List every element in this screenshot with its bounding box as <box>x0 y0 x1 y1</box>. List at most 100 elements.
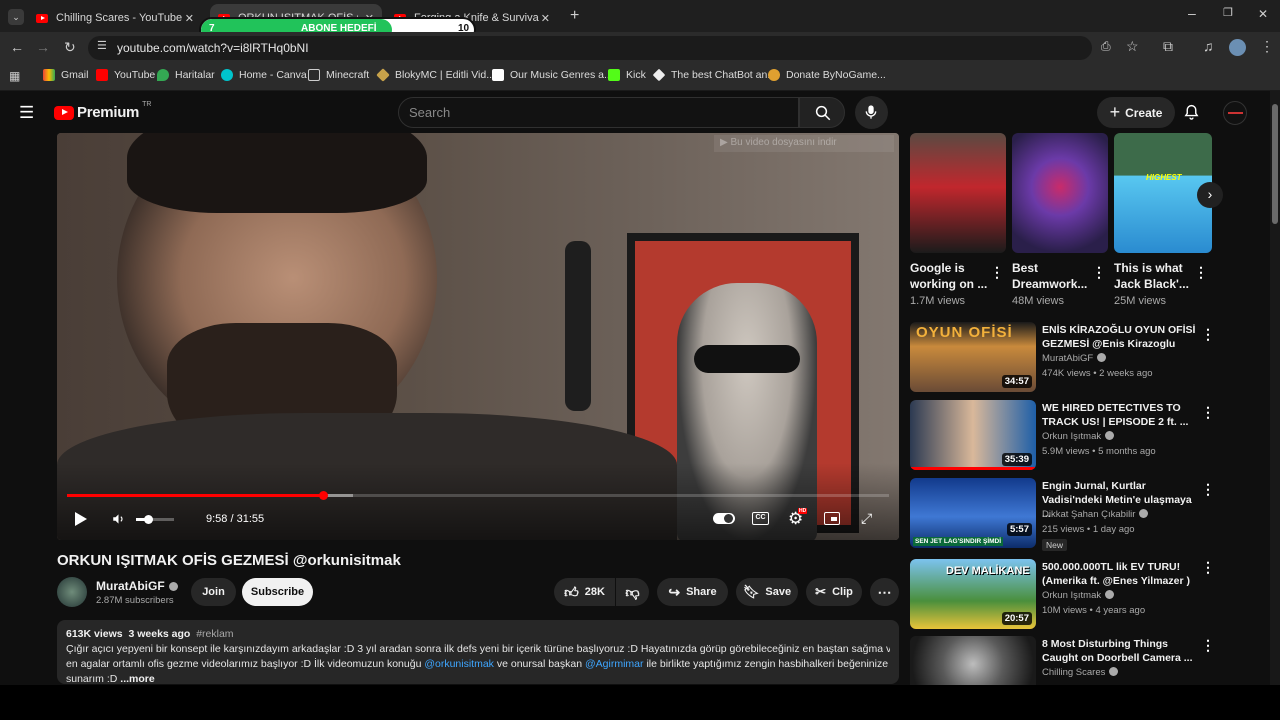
apps-grid-icon[interactable]: ▦ <box>9 70 20 82</box>
recommended-video-4[interactable]: DEV MALİKANE 20:57 500.000.000TL lik EV … <box>910 559 1210 629</box>
download-overlay[interactable]: ▶ Bu video dosyasını indir <box>714 135 894 152</box>
bookmark-chatbot[interactable]: The best ChatBot an... <box>652 68 776 82</box>
close-window-icon[interactable]: ✕ <box>1258 8 1268 20</box>
video-thumbnail[interactable]: SEN JET LAG'SINDIR ŞİMDİ 5:57 <box>910 478 1036 548</box>
close-tab-icon[interactable]: ✕ <box>541 12 550 25</box>
minimize-icon[interactable]: – <box>1188 6 1196 20</box>
clip-button[interactable]: ✂ Clip <box>806 578 862 606</box>
recommended-video-3[interactable]: SEN JET LAG'SINDIR ŞİMDİ 5:57 Engin Jurn… <box>910 478 1210 551</box>
subscribe-button[interactable]: Subscribe <box>242 578 313 606</box>
search-button[interactable] <box>799 97 845 128</box>
video-description[interactable]: 613K views 3 weeks ago #reklam Çığır açı… <box>57 620 899 685</box>
settings-gear-icon[interactable]: ⚙ HD <box>788 508 808 529</box>
browser-menu-icon[interactable]: ⋮ <box>1260 39 1274 53</box>
video-menu-icon[interactable]: ⋮ <box>1201 326 1215 343</box>
close-tab-icon[interactable]: ✕ <box>185 12 194 25</box>
shorts-next-button[interactable]: › <box>1197 182 1223 208</box>
short-title-1[interactable]: Google is working on ... <box>910 260 988 292</box>
hamburger-menu-icon[interactable]: ☰ <box>19 104 34 121</box>
site-info-icon[interactable]: ☰ <box>97 41 107 52</box>
join-button[interactable]: Join <box>191 578 236 606</box>
short-menu-icon[interactable]: ⋮ <box>1092 264 1106 281</box>
extensions-icon[interactable]: ⧉ <box>1163 39 1173 53</box>
video-menu-icon[interactable]: ⋮ <box>1201 559 1215 576</box>
bookmark-gmail[interactable]: Gmail <box>43 69 88 81</box>
new-tab-icon[interactable]: + <box>570 8 579 24</box>
recommended-video-2[interactable]: 35:39 WE HIRED DETECTIVES TO TRACK US! |… <box>910 400 1210 470</box>
bookmark-music-genres[interactable]: Our Music Genres a... <box>492 69 613 81</box>
more-actions-button[interactable]: ⋯ <box>870 578 899 606</box>
autoplay-toggle[interactable] <box>713 513 735 524</box>
verified-icon <box>1109 667 1119 676</box>
recommended-video-1[interactable]: OYUN OFİSİ 34:57 ENİS KİRAZOĞLU OYUN OFİ… <box>910 322 1210 392</box>
video-thumbnail[interactable]: 35:39 <box>910 400 1036 470</box>
tab-chilling-scares[interactable]: Chilling Scares - YouTube ✕ <box>28 4 202 32</box>
notifications-bell-icon[interactable] <box>1183 103 1200 126</box>
thumbs-up-icon: 👍︎ <box>564 583 579 600</box>
bookmark-icon: 🔖︎ <box>742 584 760 599</box>
short-menu-icon[interactable]: ⋮ <box>990 264 1004 281</box>
short-thumbnail-2[interactable] <box>1012 133 1108 253</box>
volume-slider[interactable] <box>136 515 174 524</box>
video-player[interactable]: ▶ Bu video dosyasını indir 9:58 / 31:55 … <box>57 133 899 540</box>
video-thumbnail[interactable]: DEV MALİKANE 20:57 <box>910 559 1036 629</box>
video-title: ORKUN IŞITMAK OFİS GEZMESİ @orkunisitmak <box>57 552 401 569</box>
mention-orkunisitmak[interactable]: @orkunisitmak <box>424 658 494 670</box>
bookmark-bynogame[interactable]: Donate ByNoGame... <box>768 69 886 81</box>
dislike-button[interactable]: 👎︎ <box>616 578 649 606</box>
channel-name[interactable]: MuratAbiGF <box>96 579 178 593</box>
maximize-icon[interactable]: ❐ <box>1223 8 1233 19</box>
scrollbar-thumb[interactable] <box>1272 104 1278 224</box>
gmail-icon <box>43 69 55 81</box>
bookmark-youtube[interactable]: YouTube <box>96 69 155 81</box>
fullscreen-icon[interactable]: ⤢ <box>861 510 872 527</box>
short-thumbnail-1[interactable] <box>910 133 1006 253</box>
share-button[interactable]: ↪ Share <box>657 578 728 606</box>
progress-track[interactable] <box>67 491 889 500</box>
save-button[interactable]: 🔖︎ Save <box>736 578 798 606</box>
url-text[interactable]: youtube.com/watch?v=i8lRTHq0bNI <box>117 41 309 55</box>
short-title-2[interactable]: Best Dreamwork... <box>1012 260 1090 292</box>
miniplayer-icon[interactable] <box>824 512 840 525</box>
youtube-header: ☰ Premium TR Search + Create <box>0 91 1270 133</box>
bookmark-canva[interactable]: Home - Canva <box>221 69 307 81</box>
video-menu-icon[interactable]: ⋮ <box>1201 481 1215 498</box>
like-button[interactable]: 👍︎ 28K <box>554 578 615 606</box>
short-title-3[interactable]: This is what Jack Black'... <box>1114 260 1192 292</box>
bookmark-blokymc[interactable]: BlokyMC | Editli Vid... <box>376 68 495 82</box>
media-control-icon[interactable]: ♫ <box>1203 39 1214 53</box>
recommended-video-5[interactable]: 8 Most Disturbing Things Caught on Doorb… <box>910 636 1210 685</box>
account-avatar[interactable] <box>1223 101 1247 125</box>
tab-search-icon[interactable]: ⌄ <box>8 9 24 25</box>
show-more-link[interactable]: ...more <box>120 673 154 685</box>
voice-search-button[interactable] <box>855 96 888 129</box>
youtube-premium-logo[interactable]: Premium TR <box>54 101 151 121</box>
volume-handle[interactable] <box>144 515 153 524</box>
maps-icon <box>157 69 169 81</box>
profile-avatar[interactable] <box>1229 39 1246 56</box>
scissors-icon: ✂ <box>815 584 827 599</box>
letterbox-bottom <box>0 685 1280 720</box>
bookmark-maps[interactable]: Haritalar <box>157 69 215 81</box>
short-menu-icon[interactable]: ⋮ <box>1194 264 1208 281</box>
channel-avatar[interactable] <box>57 577 87 607</box>
mention-agirmimar[interactable]: @Agirmimar <box>585 658 644 670</box>
video-thumbnail[interactable] <box>910 636 1036 685</box>
captions-icon[interactable]: CC <box>752 512 769 525</box>
video-thumbnail[interactable]: OYUN OFİSİ 34:57 <box>910 322 1036 392</box>
bookmark-star-icon[interactable]: ☆ <box>1126 39 1139 53</box>
video-menu-icon[interactable]: ⋮ <box>1201 404 1215 421</box>
address-bar[interactable]: ☰ youtube.com/watch?v=i8lRTHq0bNI <box>88 36 1092 60</box>
search-input[interactable]: Search <box>398 97 799 128</box>
kick-icon <box>608 69 620 81</box>
bookmark-kick[interactable]: Kick <box>608 69 646 81</box>
back-icon[interactable]: ← <box>10 40 24 54</box>
create-button[interactable]: + Create <box>1097 97 1175 128</box>
video-menu-icon[interactable]: ⋮ <box>1201 637 1215 654</box>
forward-icon[interactable]: → <box>36 40 50 54</box>
reload-icon[interactable]: ↻ <box>64 40 76 54</box>
play-button[interactable] <box>75 512 87 526</box>
bookmark-minecraft[interactable]: Minecraft <box>308 69 369 81</box>
install-app-icon[interactable]: ⎙ <box>1101 40 1111 52</box>
volume-icon[interactable] <box>111 512 126 526</box>
